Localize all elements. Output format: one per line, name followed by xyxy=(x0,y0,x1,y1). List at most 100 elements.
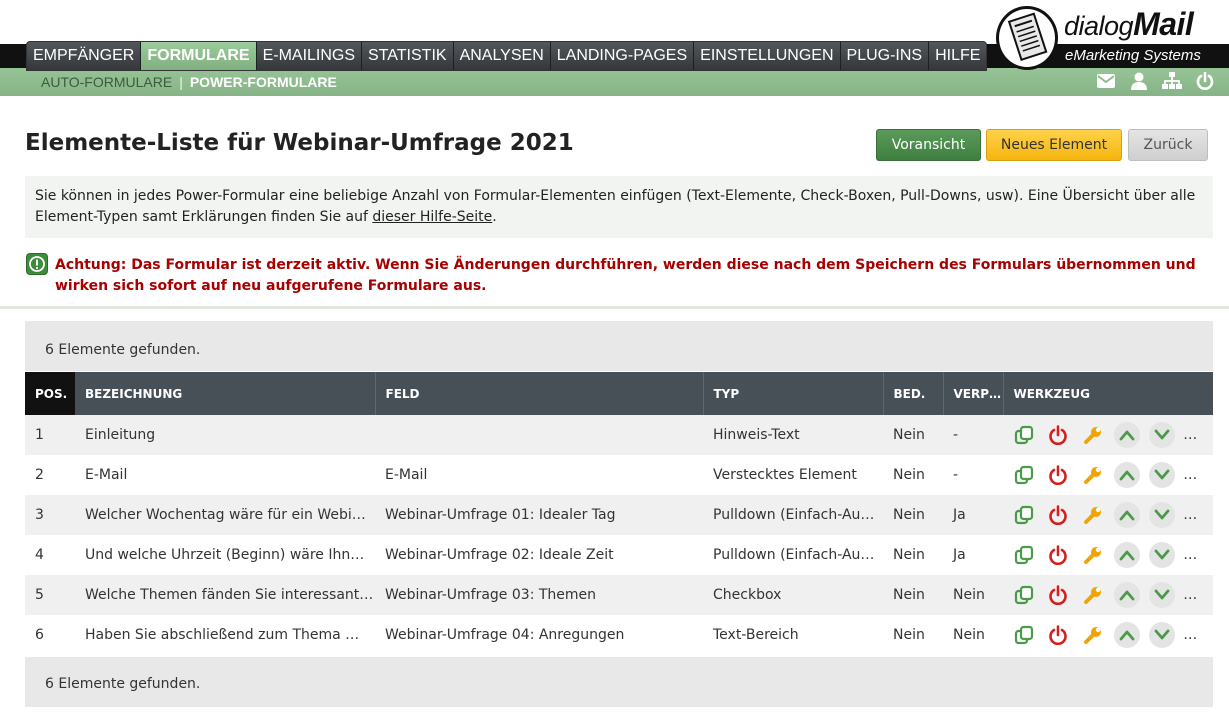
nav-item-e-mailings[interactable]: E-MAILINGS xyxy=(256,42,363,70)
arrow-down-icon[interactable] xyxy=(1148,622,1175,648)
trash-icon[interactable] xyxy=(1183,582,1209,608)
table-row[interactable]: 3 Welcher Wochentag wäre für ein Webi… W… xyxy=(25,495,1213,535)
cell-feld: Webinar-Umfrage 02: Ideale Zeit xyxy=(375,535,703,575)
cell-typ: Pulldown (Einfach-Au… xyxy=(703,495,883,535)
trash-icon[interactable] xyxy=(1183,462,1209,488)
power-icon[interactable] xyxy=(1045,422,1071,448)
subnav-separator: | xyxy=(179,74,183,90)
table-row[interactable]: 1 Einleitung Hinweis-Text Nein - xyxy=(25,415,1213,455)
wrench-icon[interactable] xyxy=(1080,422,1106,448)
arrow-down-icon[interactable] xyxy=(1148,462,1175,488)
column-header-verp[interactable]: VERP… xyxy=(943,372,1004,415)
subnav-item-power-formulare[interactable]: POWER-FORMULARE xyxy=(190,74,337,90)
table-row[interactable]: 5 Welche Themen fänden Sie interessant… … xyxy=(25,575,1213,615)
arrow-down-icon[interactable] xyxy=(1148,582,1175,608)
cell-verp: - xyxy=(943,415,1003,455)
brand-logo[interactable]: dialogMail eMarketing Systems xyxy=(996,2,1224,72)
power-icon[interactable] xyxy=(1195,71,1215,91)
new-element-button[interactable]: Neues Element xyxy=(986,129,1122,161)
arrow-up-icon[interactable] xyxy=(1114,462,1141,488)
arrow-up-icon[interactable] xyxy=(1114,422,1141,448)
cell-pos: 5 xyxy=(25,575,75,615)
wrench-icon[interactable] xyxy=(1080,502,1106,528)
power-icon[interactable] xyxy=(1045,462,1071,488)
cell-typ: Verstecktes Element xyxy=(703,455,883,495)
trash-icon[interactable] xyxy=(1183,542,1209,568)
cell-feld xyxy=(375,415,703,455)
table-row[interactable]: 2 E-Mail E-Mail Verstecktes Element Nein… xyxy=(25,455,1213,495)
copy-icon[interactable] xyxy=(1011,582,1037,608)
cell-werkzeug xyxy=(1003,455,1213,495)
nav-item-einstellungen[interactable]: EINSTELLUNGEN xyxy=(694,42,841,70)
wrench-icon[interactable] xyxy=(1080,582,1106,608)
power-icon[interactable] xyxy=(1045,622,1071,648)
table-header-row: POS. BEZEICHNUNG FELD TYP BED. VERP… WER… xyxy=(25,372,1213,415)
info-box: Sie können in jedes Power-Formular eine … xyxy=(25,176,1213,238)
cell-pos: 6 xyxy=(25,615,75,655)
nav-item-landing-pages[interactable]: LANDING-PAGES xyxy=(550,42,695,70)
arrow-up-icon[interactable] xyxy=(1114,502,1141,528)
cell-bezeichnung: Haben Sie abschließend zum Thema … xyxy=(75,615,375,655)
power-icon[interactable] xyxy=(1045,502,1071,528)
sitemap-icon[interactable] xyxy=(1162,71,1182,91)
elements-table: POS. BEZEICHNUNG FELD TYP BED. VERP… WER… xyxy=(25,372,1213,655)
header-icons xyxy=(1096,71,1215,91)
user-icon[interactable] xyxy=(1129,71,1149,91)
cell-bed: Nein xyxy=(883,415,943,455)
cell-bezeichnung: Und welche Uhrzeit (Beginn) wäre Ihn… xyxy=(75,535,375,575)
nav-item-formulare[interactable]: FORMULARE xyxy=(141,42,257,70)
trash-icon[interactable] xyxy=(1183,502,1209,528)
cell-verp: Ja xyxy=(943,495,1003,535)
arrow-down-icon[interactable] xyxy=(1148,502,1175,528)
wrench-icon[interactable] xyxy=(1080,542,1106,568)
nav-item-hilfe[interactable]: HILFE xyxy=(929,42,987,70)
main-nav: EMPFÄNGER FORMULARE E-MAILINGS STATISTIK… xyxy=(26,41,988,71)
cell-bezeichnung: E-Mail xyxy=(75,455,375,495)
column-header-bezeichnung[interactable]: BEZEICHNUNG xyxy=(75,372,376,415)
column-header-bed[interactable]: BED. xyxy=(883,372,944,415)
column-header-feld[interactable]: FELD xyxy=(375,372,704,415)
cell-werkzeug xyxy=(1003,575,1213,615)
copy-icon[interactable] xyxy=(1011,542,1037,568)
info-end: . xyxy=(492,209,497,225)
arrow-up-icon[interactable] xyxy=(1114,582,1141,608)
back-button[interactable]: Zurück xyxy=(1128,129,1208,161)
cell-typ: Text-Bereich xyxy=(703,615,883,655)
cell-bed: Nein xyxy=(883,575,943,615)
brand-wordmark: dialogMail xyxy=(1064,6,1194,42)
table-row[interactable]: 6 Haben Sie abschließend zum Thema … Web… xyxy=(25,615,1213,655)
copy-icon[interactable] xyxy=(1011,422,1037,448)
nav-item-analysen[interactable]: ANALYSEN xyxy=(453,42,551,70)
arrow-down-icon[interactable] xyxy=(1148,422,1175,448)
nav-item-statistik[interactable]: STATISTIK xyxy=(362,42,454,70)
table-row[interactable]: 4 Und welche Uhrzeit (Beginn) wäre Ihn… … xyxy=(25,535,1213,575)
column-header-typ[interactable]: TYP xyxy=(703,372,884,415)
column-header-pos[interactable]: POS. xyxy=(25,372,75,415)
copy-icon[interactable] xyxy=(1011,502,1037,528)
copy-icon[interactable] xyxy=(1011,462,1037,488)
wrench-icon[interactable] xyxy=(1080,622,1106,648)
envelope-icon[interactable] xyxy=(1096,71,1116,91)
cell-werkzeug xyxy=(1003,615,1213,655)
arrow-down-icon[interactable] xyxy=(1148,542,1175,568)
cell-pos: 3 xyxy=(25,495,75,535)
cell-feld: Webinar-Umfrage 03: Themen xyxy=(375,575,703,615)
cell-feld: E-Mail xyxy=(375,455,703,495)
preview-button[interactable]: Voransicht xyxy=(876,129,981,161)
table-body: 1 Einleitung Hinweis-Text Nein - 2 E-Mai… xyxy=(25,415,1213,655)
nav-item-empfaenger[interactable]: EMPFÄNGER xyxy=(27,42,142,70)
cell-bed: Nein xyxy=(883,455,943,495)
newspaper-logo-icon xyxy=(996,6,1058,70)
arrow-up-icon[interactable] xyxy=(1114,622,1141,648)
nav-item-plug-ins[interactable]: PLUG-INS xyxy=(840,42,930,70)
copy-icon[interactable] xyxy=(1011,622,1037,648)
trash-icon[interactable] xyxy=(1183,422,1209,448)
help-page-link[interactable]: dieser Hilfe-Seite xyxy=(372,209,492,225)
power-icon[interactable] xyxy=(1045,542,1071,568)
power-icon[interactable] xyxy=(1045,582,1071,608)
cell-typ: Checkbox xyxy=(703,575,883,615)
arrow-up-icon[interactable] xyxy=(1114,542,1141,568)
subnav-item-auto-formulare[interactable]: AUTO-FORMULARE xyxy=(41,74,172,90)
trash-icon[interactable] xyxy=(1183,622,1209,648)
wrench-icon[interactable] xyxy=(1080,462,1106,488)
